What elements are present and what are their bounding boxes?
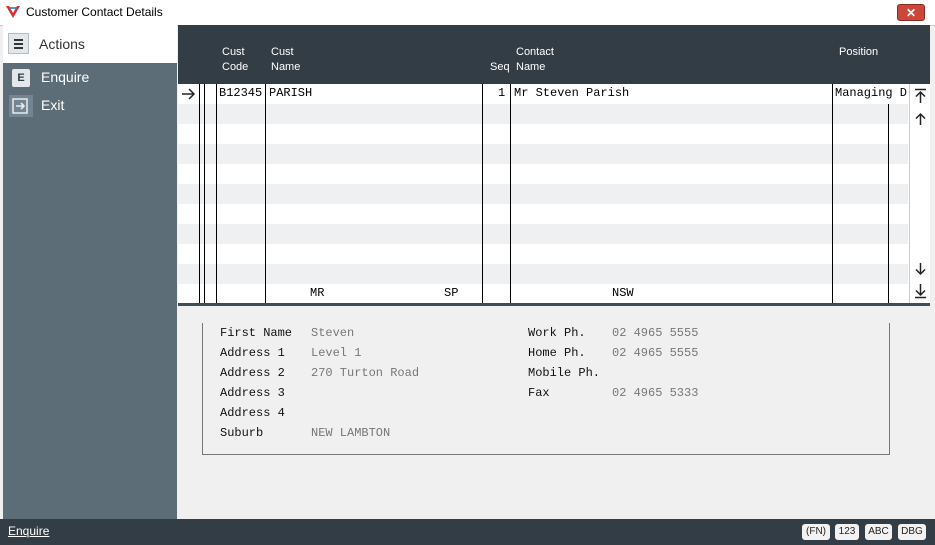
current-row-arrow-icon	[182, 88, 196, 100]
scroll-up-icon[interactable]	[913, 111, 928, 127]
scroll-to-bottom-icon[interactable]	[913, 283, 928, 299]
actions-title: Actions	[39, 36, 85, 52]
cell-cust-code: B12345	[219, 86, 263, 100]
alpha-mode-button[interactable]: ABC	[865, 524, 892, 540]
column-header-position[interactable]: Position	[839, 45, 878, 60]
empty-row	[178, 224, 908, 244]
grid-divider	[178, 303, 930, 306]
cell-contact-name: Mr Steven Parish	[514, 86, 630, 100]
debug-button[interactable]: DBG	[898, 524, 926, 540]
cell-seq: 1	[498, 86, 506, 100]
mobile-phone-label: Mobile Ph.	[528, 366, 601, 380]
column-divider	[832, 84, 833, 304]
scroll-to-top-icon[interactable]	[913, 88, 928, 104]
address-1-value: Level 1	[311, 346, 362, 360]
column-divider	[265, 84, 266, 304]
header-line: Code	[222, 61, 249, 73]
work-phone-label: Work Ph.	[528, 326, 586, 340]
hamburger-menu-icon[interactable]	[8, 33, 29, 54]
fax-label: Fax	[528, 386, 550, 400]
scroll-down-icon[interactable]	[913, 261, 928, 277]
grid-scrollbar[interactable]	[909, 84, 930, 304]
enquire-shortcut-key: E	[12, 69, 30, 87]
exit-action-button[interactable]: Exit	[8, 94, 173, 118]
footer-state-code: SP	[444, 286, 459, 300]
empty-row	[178, 184, 908, 204]
home-phone-label: Home Ph.	[528, 346, 586, 360]
app-logo-icon	[6, 6, 20, 18]
address-4-label: Address 4	[220, 406, 285, 420]
column-header-seq[interactable]: Seq	[490, 60, 510, 75]
work-phone-value: 02 4965 5555	[612, 326, 699, 340]
footer-title: MR	[310, 286, 325, 300]
contact-details-panel: First Name Steven Address 1 Level 1 Addr…	[202, 323, 890, 455]
cell-cust-name: PARISH	[269, 86, 313, 100]
suburb-label: Suburb	[220, 426, 264, 440]
empty-row	[178, 104, 908, 124]
contacts-grid[interactable]: B12345 PARISH 1 Mr Steven Parish Managin…	[178, 84, 930, 304]
footer-state: NSW	[612, 286, 634, 300]
actions-sidebar: Actions E Enquire Exit	[3, 25, 177, 519]
first-name-value: Steven	[311, 326, 355, 340]
empty-row	[178, 144, 908, 164]
address-1-label: Address 1	[220, 346, 285, 360]
column-header-cust-name[interactable]: Cust Name	[271, 45, 300, 75]
grid-header: Cust Code Cust Name Seq Contact Name Pos…	[178, 25, 930, 84]
window-title: Customer Contact Details	[26, 5, 163, 19]
column-header-contact-name[interactable]: Contact Name	[516, 45, 554, 75]
header-line: Cust	[271, 46, 294, 58]
address-2-label: Address 2	[220, 366, 285, 380]
close-button[interactable]: ✕	[897, 4, 925, 21]
column-divider	[510, 84, 511, 304]
header-line: Name	[516, 61, 546, 73]
enquire-action-button[interactable]: E Enquire	[8, 66, 173, 90]
column-header-cust-code[interactable]: Cust Code	[222, 45, 248, 75]
title-bar: Customer Contact Details ✕	[0, 0, 935, 26]
header-line: Cust	[222, 46, 245, 58]
address-2-value: 270 Turton Road	[311, 366, 420, 380]
fax-value: 02 4965 5333	[612, 386, 699, 400]
header-line: Contact	[516, 46, 554, 58]
header-line: Name	[271, 61, 301, 73]
status-bar: Enquire (FN) 123 ABC DBG	[0, 519, 935, 545]
home-phone-value: 02 4965 5555	[612, 346, 699, 360]
exit-action-label: Exit	[41, 97, 65, 113]
column-divider	[216, 84, 217, 304]
exit-icon	[9, 95, 33, 117]
column-divider	[888, 104, 889, 304]
actions-header: Actions	[3, 25, 177, 63]
suburb-value: NEW LAMBTON	[311, 426, 391, 440]
empty-row	[178, 264, 908, 284]
address-3-label: Address 3	[220, 386, 285, 400]
fn-mode-button[interactable]: (FN)	[802, 524, 830, 540]
first-name-label: First Name	[220, 326, 293, 340]
column-divider	[204, 84, 205, 304]
cell-position: Managing D	[835, 86, 908, 100]
column-divider	[482, 84, 483, 304]
column-divider	[199, 84, 200, 304]
numeric-mode-button[interactable]: 123	[835, 524, 859, 540]
enquire-action-label: Enquire	[41, 69, 90, 85]
mode-indicator: Enquire	[8, 524, 50, 538]
